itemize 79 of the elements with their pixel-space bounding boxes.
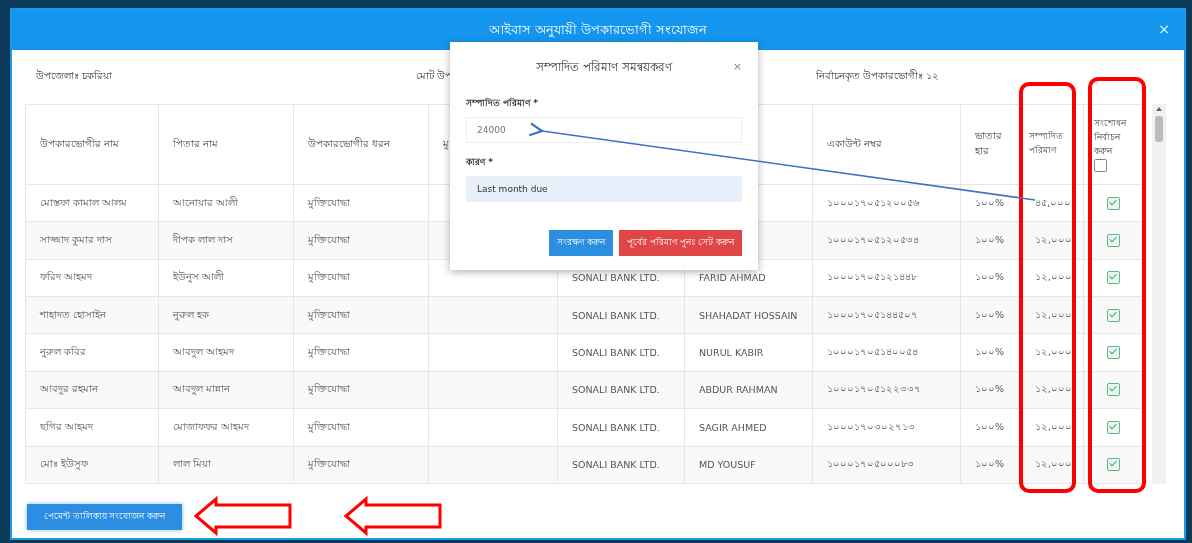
table-cell: ফরিদ আহমদ [25, 259, 159, 297]
table-cell: SONALI BANK LTD. [557, 371, 685, 409]
table-cell: দীপক লাল দাস [158, 221, 294, 260]
selected-count-label: নির্বাচনকৃত উপকারভোগীঃ ১২ [816, 68, 940, 84]
table-cell: ১০০০১৭০৩০২৭১৩ [812, 408, 961, 447]
close-button[interactable]: × [732, 60, 742, 73]
table-cell: ১০০০১৭০৫১২২৩৩৭ [812, 371, 961, 409]
table-cell: SONALI BANK LTD. [557, 446, 685, 484]
table-cell: শাহাদত হোসাইন [25, 296, 159, 334]
column-header: উপকারভোগীর নাম [25, 104, 159, 185]
table-cell: ছগির আহমদ [25, 408, 159, 447]
dialog-title: আইবাস অনুযায়ী উপকারভোগী সংযোজন [488, 20, 708, 40]
table-cell: ইউনুস আলী [158, 259, 294, 297]
row-checkbox[interactable] [1107, 346, 1120, 360]
column-header: সম্পাদিত পরিমাণ [1020, 104, 1084, 185]
add-to-payment-button[interactable]: পেমেন্ট তালিকায় সংযোজন করুন [27, 504, 182, 530]
table-cell: ১০০% [960, 371, 1021, 409]
table-cell: সাজ্জাদ কুমার দাস [25, 221, 159, 260]
table-cell: মুক্তিযোদ্ধা [293, 408, 429, 447]
table-cell: ১০০% [960, 221, 1021, 260]
row-checkbox[interactable] [1107, 233, 1120, 247]
table-cell: SAGIR AHMED [684, 408, 813, 447]
table-cell: নুরুল হক [158, 296, 294, 334]
table-cell: ABDUR RAHMAN [684, 371, 813, 409]
select-all-checkbox[interactable] [1094, 158, 1107, 172]
table-cell: মুক্তিযোদ্ধা [293, 296, 429, 334]
table-cell: MD YOUSUF [684, 446, 813, 484]
reset-button[interactable]: পূর্বের পরিমাণ পুনঃ সেট করুন [619, 230, 742, 256]
column-header: পিতার নাম [158, 104, 294, 185]
column-header: ভাতার হার [960, 104, 1021, 185]
table-cell: ১২,০০০ [1020, 259, 1084, 297]
table-cell: ১০০০১৭০৫১২১৪৪৮ [812, 259, 961, 297]
table-cell: ১০০০১৭০৫১২০৫৩৪ [812, 221, 961, 260]
row-checkbox[interactable] [1107, 420, 1120, 434]
table-cell: SONALI BANK LTD. [557, 296, 685, 334]
table-cell: ১০০০১৭০৫১৪০০৫৪ [812, 333, 961, 372]
table-cell: NURUL KABIR [684, 333, 813, 372]
table-cell: মোস্তফা কামাল আলম [25, 184, 159, 222]
reason-field[interactable]: Last month due [466, 176, 742, 202]
table-cell: ১২,০০০ [1020, 408, 1084, 447]
row-checkbox[interactable] [1107, 196, 1120, 210]
column-header: উপকারভোগীর ধরন [293, 104, 429, 185]
table-cell: মুক্তিযোদ্ধা [293, 221, 429, 260]
save-button[interactable]: সংরক্ষণ করুন [549, 230, 614, 256]
table-cell: ১০০০১৭০৫১২০০৫৬ [812, 184, 961, 222]
table-cell: মুক্তিযোদ্ধা [293, 184, 429, 222]
table-cell: SONALI BANK LTD. [557, 333, 685, 372]
close-button[interactable]: × [1158, 21, 1170, 37]
table-cell: মুক্তিযোদ্ধা [293, 371, 429, 409]
table-cell: আবদুল আহমদ [158, 333, 294, 372]
table-cell: আবদুর রহমান [25, 371, 159, 409]
table-cell: ১০০০১৭০৫০০০৮৩ [812, 446, 961, 484]
table-cell: মুক্তিযোদ্ধা [293, 333, 429, 372]
table-cell: লাল মিয়া [158, 446, 294, 484]
column-header: একাউন্ট নম্বর [812, 104, 961, 185]
table-cell: ১২,০০০ [1020, 333, 1084, 372]
field-label: কারণ * [466, 156, 494, 169]
amount-field[interactable]: 24000 [466, 117, 742, 143]
table-cell: মোঃ ইউসুফ [25, 446, 159, 484]
table-cell: ১০০০১৭০৫১৪৪৫০৭ [812, 296, 961, 334]
column-header: সংশোধন নির্বাচন করুন [1083, 104, 1144, 185]
table-cell: আনোয়ার আলী [158, 184, 294, 222]
table-cell: আবদুল মান্নান [158, 371, 294, 409]
table-cell: মুক্তিযোদ্ধা [293, 446, 429, 484]
table-cell: ১০০% [960, 296, 1021, 334]
table-cell: নুরুল কবির [25, 333, 159, 372]
row-checkbox[interactable] [1107, 271, 1120, 285]
table-cell: ১০০% [960, 446, 1021, 484]
table-cell: ৪৫,০০০ [1020, 184, 1084, 222]
row-checkbox[interactable] [1107, 458, 1120, 472]
table-cell: মুক্তিযোদ্ধা [293, 259, 429, 297]
row-checkbox[interactable] [1107, 383, 1120, 397]
upazila-label: উপজেলাঃ চকরিয়া [36, 68, 114, 83]
table-cell: SONALI BANK LTD. [557, 408, 685, 447]
table-cell: SHAHADAT HOSSAIN [684, 296, 813, 334]
table-cell: মোজাফফর আহমদ [158, 408, 294, 447]
scrollbar[interactable] [1152, 104, 1166, 484]
popup-title: সম্পাদিত পরিমাণ সমন্বয়করণ [536, 59, 672, 76]
row-checkbox[interactable] [1107, 308, 1120, 322]
